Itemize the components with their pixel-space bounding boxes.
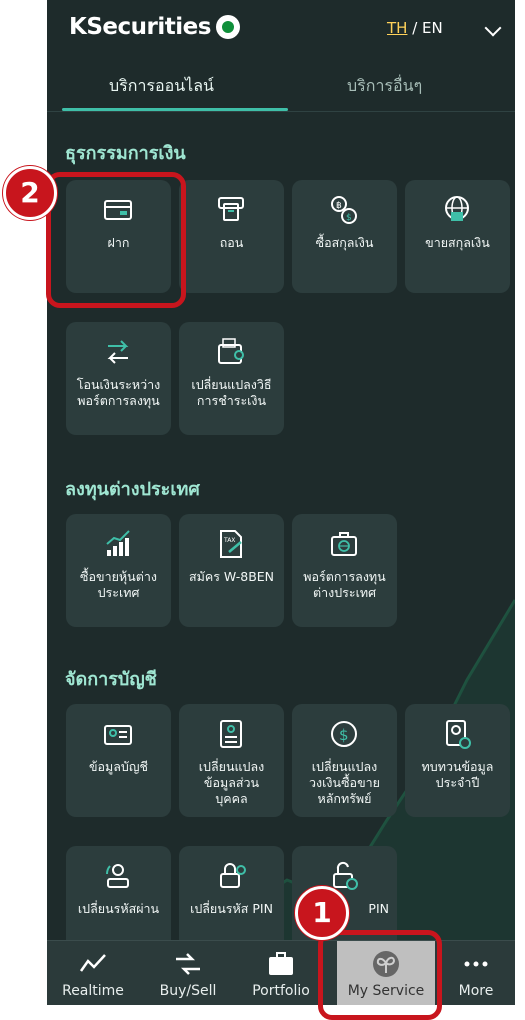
chevron-down-icon[interactable] <box>484 19 502 37</box>
tile-label: ซื้อสกุลเงิน <box>315 235 374 250</box>
svg-text:฿: ฿ <box>336 201 342 211</box>
lang-th-option[interactable]: TH <box>387 19 407 37</box>
tab-other-services[interactable]: บริการอื่นๆ <box>347 74 422 99</box>
brand-name: KSecurities <box>69 14 211 40</box>
tile-label: ซื้อขายหุ้นต่าง ประเทศ <box>80 569 157 600</box>
tile-label: ข้อมูลบัญชี <box>88 759 149 774</box>
highlight-box-deposit <box>46 172 186 308</box>
password-icon <box>105 864 129 888</box>
service-tile-w8ben[interactable]: TAX สมัคร W-8BEN <box>179 514 284 627</box>
svg-text:TAX: TAX <box>223 537 235 544</box>
tile-label: ถอน <box>219 235 244 250</box>
service-tile-annual-review[interactable]: ทบทวนข้อมูล ประจำปี <box>405 704 510 817</box>
tile-label: พอร์ตการลงทุน ต่างประเทศ <box>303 569 386 600</box>
tile-label: เปลี่ยนแปลง ข้อมูลส่วน บุคคล <box>198 759 265 806</box>
realtime-icon <box>79 954 106 972</box>
review-doc-icon <box>446 720 471 749</box>
transfer-arrows-icon <box>107 340 129 364</box>
id-card-icon <box>104 725 132 745</box>
lang-en-option[interactable]: EN <box>422 19 443 37</box>
more-icon <box>464 961 488 967</box>
service-tile-foreign-stocks[interactable]: ซื้อขายหุ้นต่าง ประเทศ <box>66 514 171 627</box>
section-title-financial: ธุรกรรมการเงิน <box>65 143 186 164</box>
step-marker-1: 1 <box>295 886 349 940</box>
svg-text:$: $ <box>346 213 352 223</box>
service-tile-payment-method[interactable]: เปลี่ยนแปลงวิธี การชำระเงิน <box>179 322 284 435</box>
globe-card-icon <box>445 196 469 221</box>
section-title-foreign-investment: ลงทุนต่างประเทศ <box>65 479 200 500</box>
growth-chart-icon <box>106 530 130 556</box>
nav-realtime[interactable]: Realtime <box>47 941 139 1005</box>
nav-label: Realtime <box>62 983 124 999</box>
tile-label: เปลี่ยนรหัส PIN <box>190 901 273 916</box>
section-title-account-management: จัดการบัญชี <box>65 669 157 690</box>
service-tile-trading-limit[interactable]: $ เปลี่ยนแปลง วงเงินซื้อขาย หลักทรัพย์ <box>292 704 397 817</box>
bottom-navigation: Realtime Buy/Sell Portfolio My Service M… <box>47 940 515 1005</box>
tile-label: สมัคร W-8BEN <box>188 569 275 584</box>
wallet-icon <box>218 338 244 364</box>
tile-label: เปลี่ยนแปลง วงเงินซื้อขาย หลักทรัพย์ <box>309 759 380 806</box>
svg-text:$: $ <box>339 726 349 744</box>
globe-briefcase-icon <box>331 532 357 556</box>
tile-label: เปลี่ยนแปลงวิธี การชำระเงิน <box>191 377 272 408</box>
unlock-icon <box>333 861 358 890</box>
withdraw-icon <box>218 197 244 221</box>
service-tile-foreign-portfolio[interactable]: พอร์ตการลงทุน ต่างประเทศ <box>292 514 397 627</box>
tab-divider <box>47 111 515 112</box>
nav-label: More <box>458 983 494 999</box>
app-screen: KSecurities TH / EN บริการออนไลน์ บริการ… <box>47 0 515 1005</box>
lang-separator: / <box>407 19 423 37</box>
tile-label: เปลี่ยนรหัสผ่าน <box>77 901 160 916</box>
nav-label: Buy/Sell <box>159 983 217 999</box>
tile-label: ขายสกุลเงิน <box>425 235 490 250</box>
step-marker-2: 2 <box>3 166 57 220</box>
profile-doc-icon <box>220 720 242 748</box>
tile-label: โอนเงินระหว่าง พอร์ตการลงทุน <box>76 377 161 408</box>
service-tile-buy-currency[interactable]: ฿ $ ซื้อสกุลเงิน <box>292 180 397 293</box>
credit-limit-icon: $ <box>331 721 357 747</box>
buy-sell-icon <box>176 953 200 975</box>
tax-form-icon: TAX <box>220 530 242 558</box>
kbank-logo-icon <box>215 15 240 39</box>
nav-buy-sell[interactable]: Buy/Sell <box>142 941 234 1005</box>
language-switch[interactable]: TH / EN <box>387 19 443 37</box>
service-tile-withdraw[interactable]: ถอน <box>179 180 284 293</box>
service-tabs: บริการออนไลน์ บริการอื่นๆ <box>47 62 515 114</box>
service-tile-sell-currency[interactable]: ขายสกุลเงิน <box>405 180 510 293</box>
nav-more[interactable]: More <box>437 941 515 1005</box>
pin-lock-icon <box>220 863 246 888</box>
top-bar: KSecurities TH / EN <box>47 0 515 62</box>
brand-logo: KSecurities <box>69 14 240 40</box>
tile-label: ทบทวนข้อมูล ประจำปี <box>421 759 494 790</box>
tab-online-services[interactable]: บริการออนไลน์ <box>109 74 214 99</box>
nav-portfolio[interactable]: Portfolio <box>235 941 327 1005</box>
portfolio-icon <box>269 952 293 975</box>
nav-label: Portfolio <box>252 983 310 999</box>
service-tile-account-info[interactable]: ข้อมูลบัญชี <box>66 704 171 817</box>
highlight-box-my-service <box>318 930 442 1020</box>
currency-exchange-icon: ฿$ <box>331 196 357 224</box>
service-tile-transfer-portfolio[interactable]: โอนเงินระหว่าง พอร์ตการลงทุน <box>66 322 171 435</box>
service-tile-personal-info[interactable]: เปลี่ยนแปลง ข้อมูลส่วน บุคคล <box>179 704 284 817</box>
